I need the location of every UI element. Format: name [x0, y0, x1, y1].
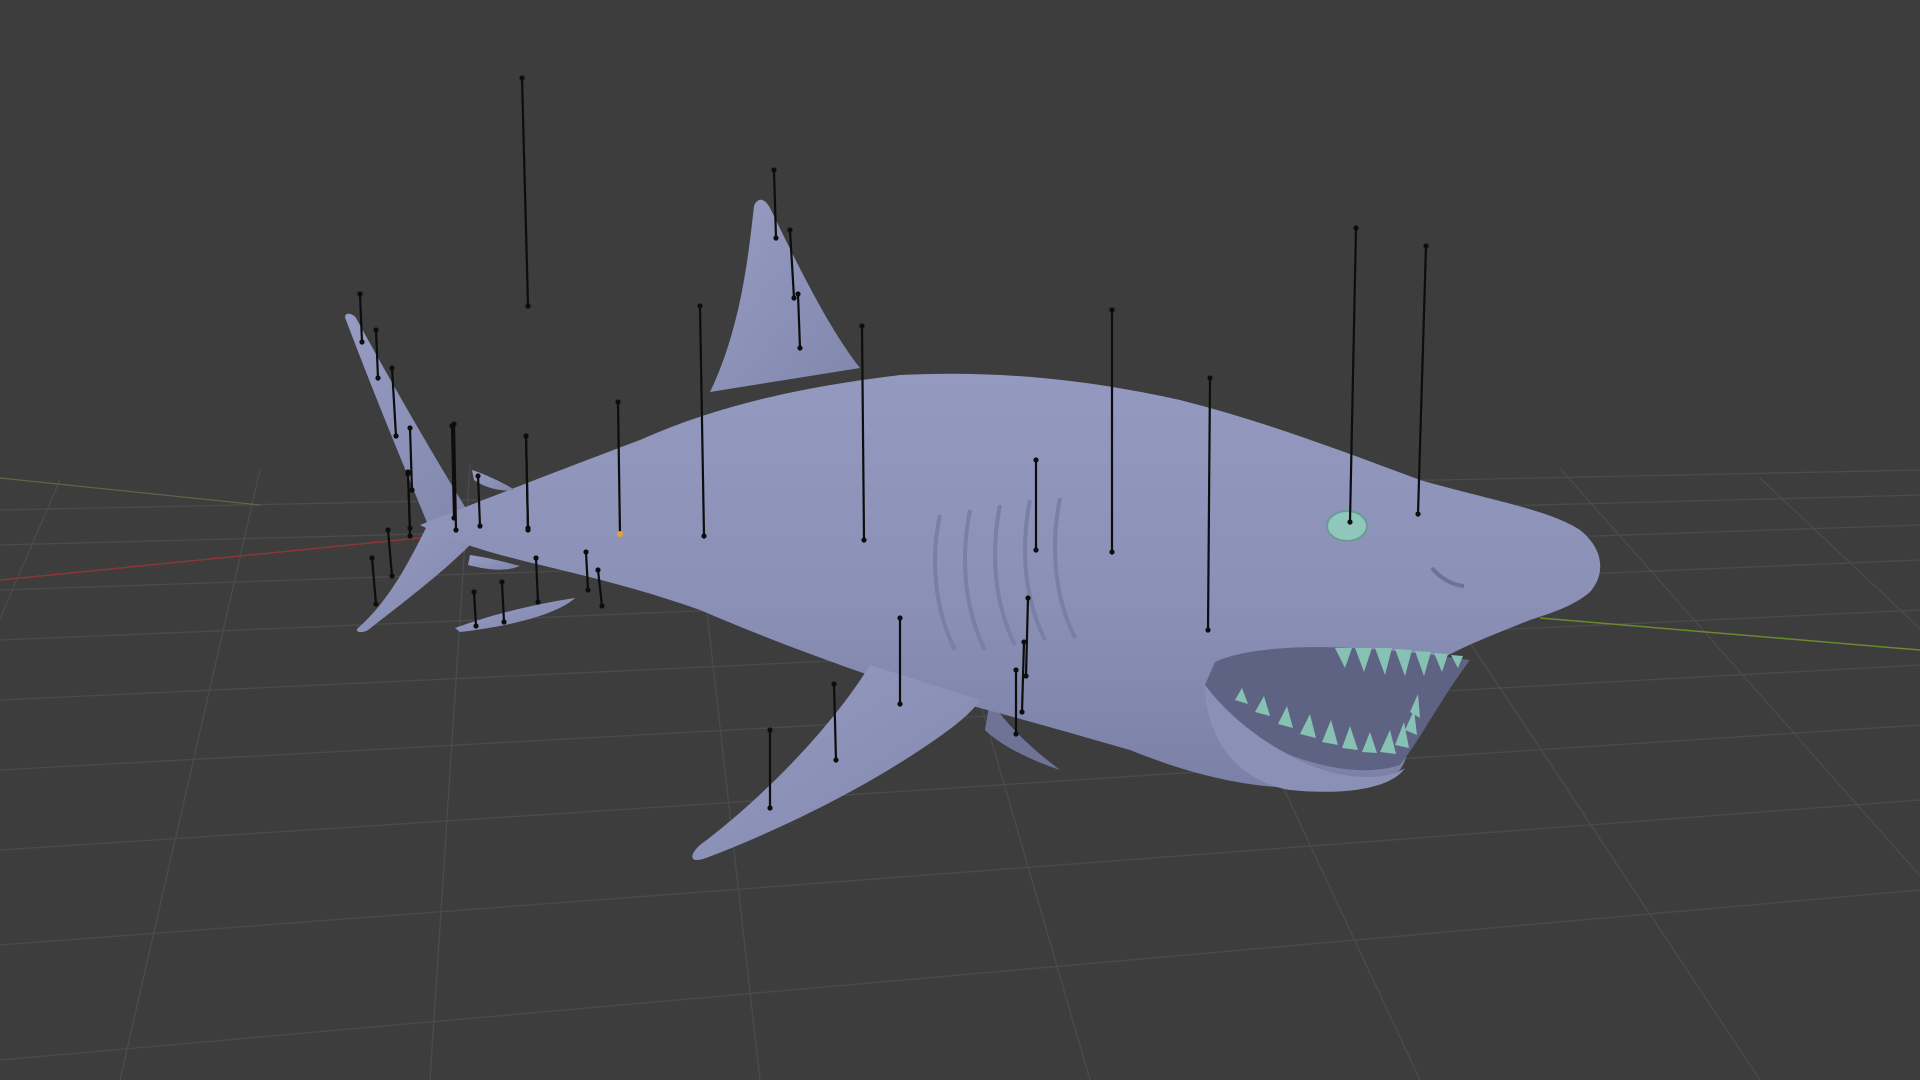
bone-joint[interactable]: [583, 549, 589, 555]
bone-joint[interactable]: [1021, 639, 1027, 645]
bone-joint[interactable]: [1033, 547, 1039, 553]
bone-line[interactable]: [520, 77, 530, 307]
shark-mesh[interactable]: [345, 199, 1601, 861]
bone-joint[interactable]: [697, 303, 703, 309]
bone-joint[interactable]: [897, 701, 903, 707]
bone-joint[interactable]: [451, 421, 457, 427]
bone-joint[interactable]: [535, 599, 541, 605]
bone-joint[interactable]: [373, 327, 379, 333]
bone-joint[interactable]: [475, 473, 481, 479]
bone-joint[interactable]: [385, 527, 391, 533]
bone-joint[interactable]: [797, 345, 803, 351]
bone-joint[interactable]: [599, 603, 605, 609]
pelvic-fin: [455, 598, 575, 632]
bone-joint[interactable]: [389, 573, 395, 579]
bone-joint[interactable]: [375, 375, 381, 381]
bone-joint[interactable]: [405, 471, 411, 477]
bone-joint[interactable]: [585, 587, 591, 593]
active-bone-joint[interactable]: [617, 531, 623, 537]
bone-joint[interactable]: [471, 589, 477, 595]
dorsal-fin[interactable]: [710, 199, 860, 392]
bone[interactable]: [369, 555, 379, 607]
bone-joint[interactable]: [525, 527, 531, 533]
tail-fin-upper[interactable]: [345, 313, 470, 530]
bone-joint[interactable]: [519, 75, 525, 81]
bone-joint[interactable]: [357, 291, 363, 297]
bone-joint[interactable]: [407, 525, 413, 531]
bone-line[interactable]: [1416, 245, 1428, 515]
bone-joint[interactable]: [897, 615, 903, 621]
bone-joint[interactable]: [501, 619, 507, 625]
bone[interactable]: [1415, 243, 1429, 517]
bone-joint[interactable]: [767, 727, 773, 733]
bone-joint[interactable]: [1109, 307, 1115, 313]
bone-joint[interactable]: [407, 533, 413, 539]
bone-joint[interactable]: [787, 227, 793, 233]
bone-joint[interactable]: [373, 601, 379, 607]
bone[interactable]: [519, 75, 531, 309]
y-axis-line: [1539, 617, 1920, 651]
bone-joint[interactable]: [1207, 375, 1213, 381]
bone-line[interactable]: [534, 557, 540, 603]
bone-joint[interactable]: [1415, 511, 1421, 517]
bone-joint[interactable]: [407, 425, 413, 431]
viewport-canvas[interactable]: [0, 0, 1920, 1080]
bone-joint[interactable]: [409, 487, 415, 493]
bone-joint[interactable]: [473, 623, 479, 629]
bone-joint[interactable]: [1033, 457, 1039, 463]
bone-joint[interactable]: [453, 527, 459, 533]
bone-joint[interactable]: [773, 235, 779, 241]
bone-joint[interactable]: [795, 291, 801, 297]
bone-joint[interactable]: [791, 295, 797, 301]
bone-joint[interactable]: [389, 365, 395, 371]
bone-joint[interactable]: [615, 399, 621, 405]
bone-joint[interactable]: [525, 303, 531, 309]
y-axis-line-far: [0, 477, 261, 506]
bone-joint[interactable]: [359, 339, 365, 345]
bone-joint[interactable]: [861, 537, 867, 543]
bone-line[interactable]: [370, 557, 378, 605]
bone-line[interactable]: [386, 529, 394, 577]
bone-joint[interactable]: [523, 433, 529, 439]
3d-viewport[interactable]: [0, 0, 1920, 1080]
shark-eye[interactable]: [1326, 510, 1368, 542]
bone-joint[interactable]: [595, 567, 601, 573]
bone-joint[interactable]: [369, 555, 375, 561]
bone-joint[interactable]: [771, 167, 777, 173]
bone-joint[interactable]: [831, 681, 837, 687]
bone-joint[interactable]: [533, 555, 539, 561]
bone-line[interactable]: [406, 473, 412, 529]
bone-joint[interactable]: [393, 433, 399, 439]
bone-joint[interactable]: [1353, 225, 1359, 231]
bone-joint[interactable]: [1423, 243, 1429, 249]
bone-joint[interactable]: [1013, 667, 1019, 673]
bone-joint[interactable]: [701, 533, 707, 539]
bone-joint[interactable]: [833, 757, 839, 763]
bone-joint[interactable]: [859, 323, 865, 329]
bone-joint[interactable]: [1025, 595, 1031, 601]
bone-joint[interactable]: [499, 579, 505, 585]
bone-joint[interactable]: [477, 523, 483, 529]
bone-joint[interactable]: [767, 805, 773, 811]
bone-joint[interactable]: [1013, 731, 1019, 737]
bone-line[interactable]: [472, 591, 478, 627]
bone-joint[interactable]: [1109, 549, 1115, 555]
bone-joint[interactable]: [1019, 709, 1025, 715]
bone-joint[interactable]: [1347, 519, 1353, 525]
bone-joint[interactable]: [1205, 627, 1211, 633]
